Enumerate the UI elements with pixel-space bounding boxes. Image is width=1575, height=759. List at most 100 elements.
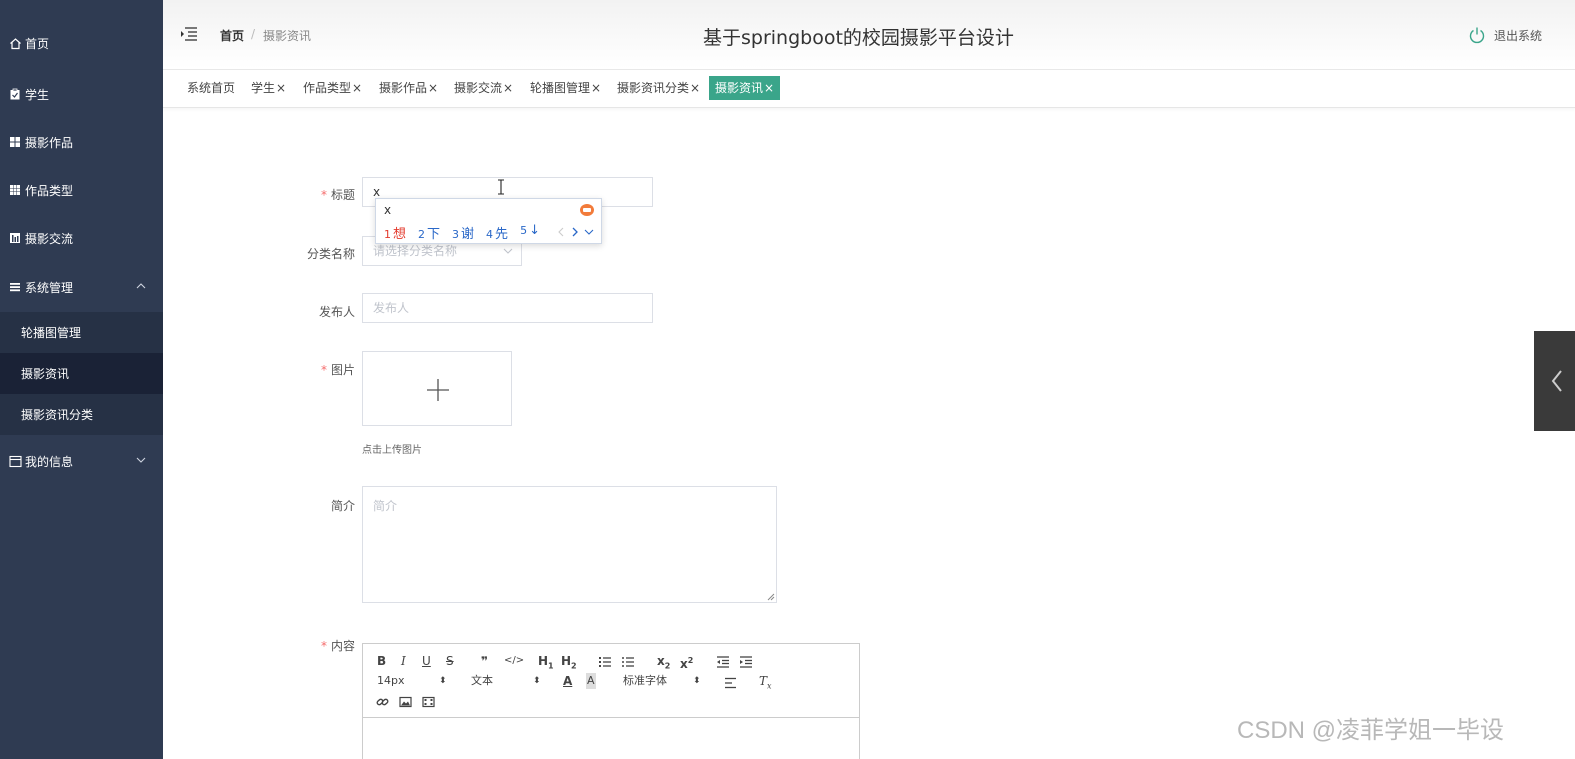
sidebar-subitem-photo-news[interactable]: 摄影资讯 xyxy=(0,353,163,394)
link-icon[interactable] xyxy=(376,694,389,710)
bullet-list-icon[interactable] xyxy=(621,654,635,670)
underline-icon[interactable]: U xyxy=(422,653,431,669)
tab-photo-news[interactable]: 摄影资讯× xyxy=(709,76,781,100)
sidebar-item-system-management[interactable]: 系统管理 xyxy=(0,267,163,307)
resize-handle-icon[interactable] xyxy=(767,593,775,601)
video-icon[interactable] xyxy=(422,694,435,710)
tab-bar: 系统首页 学生× 作品类型× 摄影作品× 摄影交流× 轮播图管理× 摄影资讯分类… xyxy=(163,70,1575,108)
block-type-select[interactable]: 文本 xyxy=(471,673,493,689)
label-text: 简介 xyxy=(330,499,355,513)
clipboard-icon xyxy=(8,87,22,101)
ordered-list-icon[interactable] xyxy=(598,654,612,670)
tab-label: 作品类型 xyxy=(303,81,352,95)
intro-label: 简介 xyxy=(275,497,355,514)
label-text: 分类名称 xyxy=(306,247,355,261)
sidebar-item-label: 首页 xyxy=(25,36,50,51)
background-color-icon[interactable]: A xyxy=(586,673,596,689)
sidebar-item-label: 系统管理 xyxy=(25,280,74,295)
sidebar-item-photo-works[interactable]: 摄影作品 xyxy=(0,122,163,162)
sidebar-item-my-info[interactable]: 我的信息 xyxy=(0,441,163,481)
bold-icon[interactable]: B xyxy=(377,653,386,669)
sidebar-item-home[interactable]: 首页 xyxy=(0,23,163,63)
heading1-icon[interactable]: H1 xyxy=(538,653,554,670)
title-label: * 标题 xyxy=(275,186,355,203)
watermark: CSDN @凌菲学姐一毕设 xyxy=(1237,717,1505,744)
tab-photo-works[interactable]: 摄影作品× xyxy=(379,76,438,100)
font-size-select[interactable]: 14px xyxy=(377,673,405,689)
tab-photo-exchange[interactable]: 摄影交流× xyxy=(454,76,513,100)
tab-close-icon[interactable]: × xyxy=(690,81,700,95)
label-text: 内容 xyxy=(330,639,355,653)
plus-icon xyxy=(427,379,449,401)
list-icon xyxy=(8,280,22,294)
tab-close-icon[interactable]: × xyxy=(503,81,513,95)
label-text: 发布人 xyxy=(318,305,355,319)
breadcrumb-home[interactable]: 首页 xyxy=(220,27,244,44)
italic-icon[interactable]: I xyxy=(401,653,406,669)
publisher-input[interactable]: 发布人 xyxy=(362,293,653,323)
indent-icon[interactable] xyxy=(739,654,753,670)
sidebar-item-work-types[interactable]: 作品类型 xyxy=(0,170,163,210)
align-icon[interactable] xyxy=(724,675,737,691)
sidebar-subitem-label: 轮播图管理 xyxy=(21,326,82,340)
sidebar-item-student[interactable]: 学生 xyxy=(0,74,163,114)
ime-candidate[interactable]: 3谢 xyxy=(452,223,474,242)
superscript-icon[interactable]: x2 xyxy=(680,653,693,671)
tab-label: 摄影资讯 xyxy=(715,81,764,95)
side-panel-toggle[interactable] xyxy=(1534,331,1575,431)
tab-carousel[interactable]: 轮播图管理× xyxy=(530,76,601,100)
menu-toggle-icon[interactable] xyxy=(180,26,198,42)
ime-candidate-popup: x 1想 2下 3谢 4先 5 ↓ xyxy=(375,198,602,244)
font-family-select[interactable]: 标准字体 xyxy=(623,673,667,689)
text-cursor-icon xyxy=(498,179,504,195)
clear-format-icon[interactable]: Tx xyxy=(759,673,772,690)
home-icon xyxy=(8,36,22,50)
blockquote-icon[interactable]: ❞ xyxy=(481,653,488,669)
publisher-placeholder: 发布人 xyxy=(373,301,410,315)
ime-candidate[interactable]: 1想 xyxy=(384,223,406,242)
tab-close-icon[interactable]: × xyxy=(764,81,774,95)
upload-tip: 点击上传图片 xyxy=(362,445,422,456)
sidebar-item-label: 摄影作品 xyxy=(25,135,74,150)
tab-work-types[interactable]: 作品类型× xyxy=(303,76,362,100)
window-icon xyxy=(8,454,22,468)
tab-close-icon[interactable]: × xyxy=(591,81,601,95)
tab-student[interactable]: 学生× xyxy=(251,76,286,100)
ime-candidate[interactable]: 4先 xyxy=(486,223,508,242)
sidebar-subitem-carousel[interactable]: 轮播图管理 xyxy=(0,312,163,353)
tab-close-icon[interactable]: × xyxy=(276,81,286,95)
content-label: * 内容 xyxy=(275,637,355,654)
code-block-icon[interactable]: </> xyxy=(504,653,524,669)
page-title: 基于springboot的校园摄影平台设计 xyxy=(703,27,1014,49)
intro-textarea[interactable]: 简介 xyxy=(362,486,777,603)
outdent-icon[interactable] xyxy=(716,654,730,670)
sidebar: 首页 学生 摄影作品 作品类型 摄影交流 系统管理 轮播图管理 摄影资讯 摄影资… xyxy=(0,0,163,759)
subscript-icon[interactable]: x2 xyxy=(657,653,670,670)
ime-candidate[interactable]: 2下 xyxy=(418,223,440,242)
tab-close-icon[interactable]: × xyxy=(352,81,362,95)
tab-close-icon[interactable]: × xyxy=(428,81,438,95)
image-upload-button[interactable] xyxy=(362,351,512,426)
sidebar-item-photo-exchange[interactable]: 摄影交流 xyxy=(0,218,163,258)
sidebar-item-label: 作品类型 xyxy=(25,183,74,198)
tab-label: 摄影交流 xyxy=(454,81,503,95)
top-header: 首页 / 摄影资讯 基于springboot的校园摄影平台设计 退出系统 xyxy=(163,0,1575,70)
chevron-left-icon xyxy=(1551,370,1562,392)
font-color-icon[interactable]: A xyxy=(563,673,572,689)
grid-icon xyxy=(8,135,22,149)
table-icon xyxy=(8,183,22,197)
logout-button[interactable]: 退出系统 xyxy=(1468,26,1542,44)
heading2-icon[interactable]: H2 xyxy=(561,653,577,670)
select-arrows-icon: ⬍ xyxy=(439,676,447,686)
image-icon[interactable] xyxy=(399,694,412,710)
ime-candidate[interactable]: 5 ↓ xyxy=(520,223,540,242)
ime-page-arrows-icon[interactable] xyxy=(557,226,595,238)
label-text: 标题 xyxy=(330,188,355,202)
tab-label: 摄影作品 xyxy=(379,81,428,95)
logout-label: 退出系统 xyxy=(1494,28,1543,43)
sidebar-subitem-news-category[interactable]: 摄影资讯分类 xyxy=(0,394,163,435)
tab-system-home[interactable]: 系统首页 xyxy=(187,76,235,100)
select-arrows-icon: ⬍ xyxy=(533,676,541,686)
strike-icon[interactable]: S xyxy=(446,653,454,669)
tab-news-category[interactable]: 摄影资讯分类× xyxy=(617,76,700,100)
